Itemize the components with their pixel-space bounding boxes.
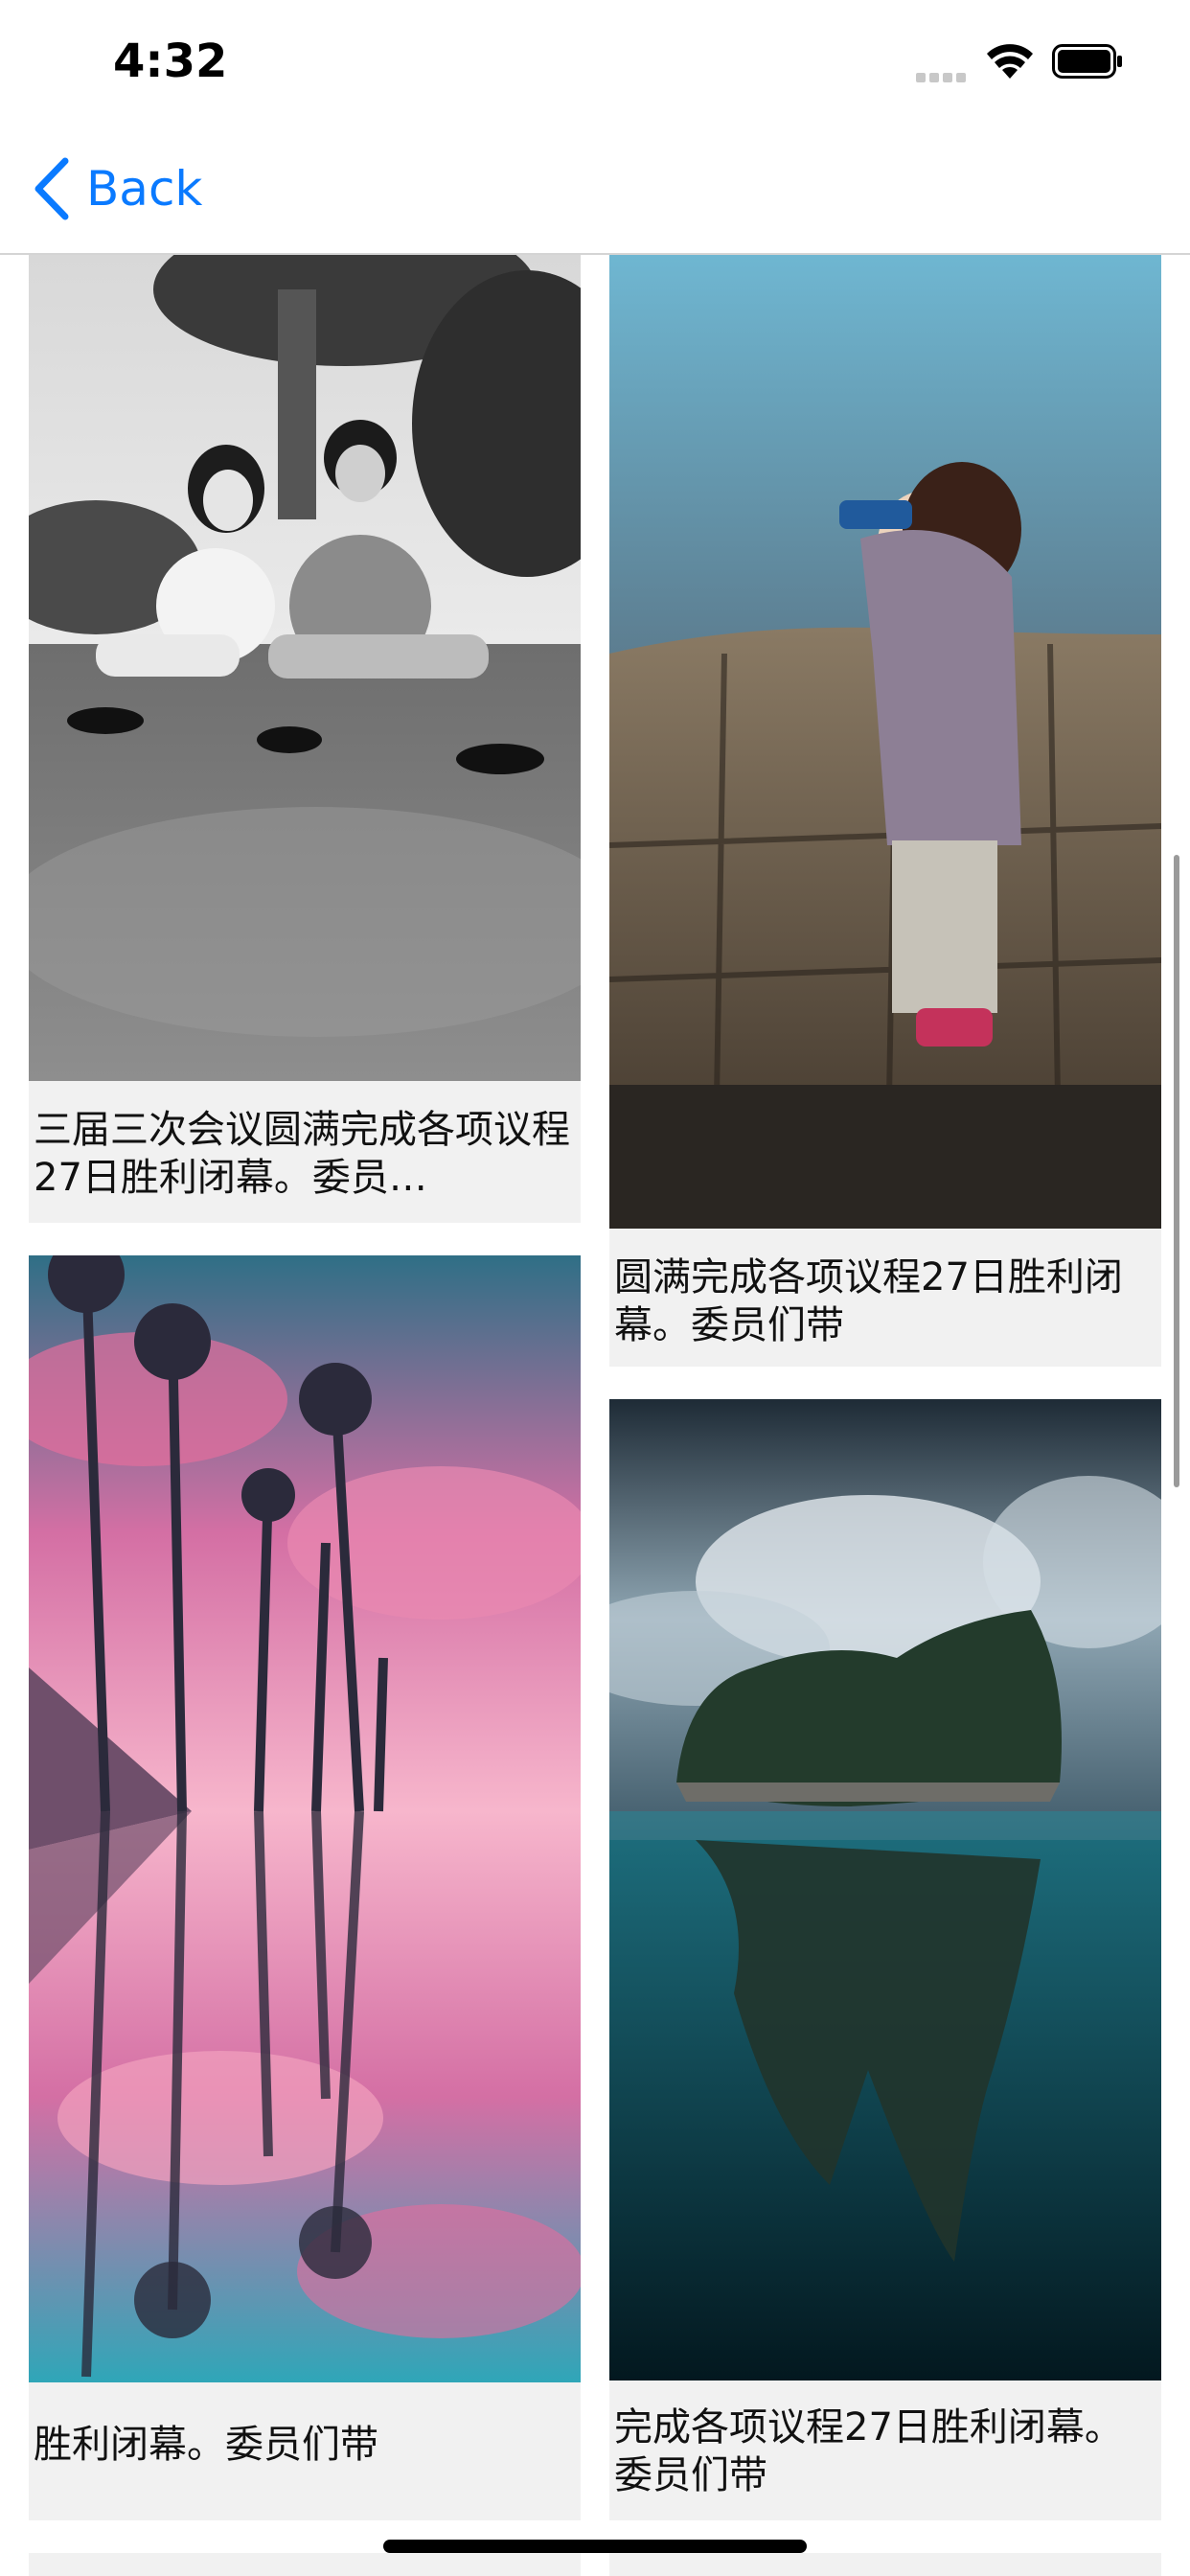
wifi-icon [987, 44, 1033, 79]
photo-caption: 完成各项议程27日胜利闭幕。委员们带 [614, 2405, 1123, 2497]
photo-card[interactable]: 胜利闭幕。委员们带 [29, 1255, 581, 2520]
battery-icon [1052, 44, 1122, 79]
back-label: Back [86, 161, 203, 217]
status-time: 4:32 [113, 34, 228, 88]
chevron-left-icon [34, 157, 69, 220]
cellular-signal-icon [916, 69, 970, 82]
photo-card[interactable] [29, 2553, 581, 2576]
photo-grid[interactable]: 三届三次会议圆满完成各项议程27日胜利闭幕。委员… 圆满完成各项议程27日胜利闭… [0, 255, 1190, 2576]
status-bar: 4:32 [0, 0, 1190, 126]
photo-caption: 三届三次会议圆满完成各项议程27日胜利闭幕。委员… [34, 1108, 570, 1200]
photo-caption: 圆满完成各项议程27日胜利闭幕。委员们带 [614, 1255, 1123, 1347]
photo-couple-bw [29, 255, 581, 1081]
photo-card[interactable] [609, 2553, 1161, 2576]
photo-card[interactable]: 完成各项议程27日胜利闭幕。委员们带 [609, 1399, 1161, 2520]
photo-child-binoculars [609, 255, 1161, 1229]
back-button[interactable]: Back [33, 155, 202, 222]
scroll-indicator[interactable] [1174, 855, 1179, 1487]
home-indicator[interactable] [383, 2540, 807, 2553]
navigation-bar: Back [0, 126, 1190, 255]
photo-palm-reflection [29, 1255, 581, 2382]
photo-card[interactable]: 圆满完成各项议程27日胜利闭幕。委员们带 [609, 255, 1161, 1367]
photo-floating-island [609, 1399, 1161, 2380]
photo-card[interactable]: 三届三次会议圆满完成各项议程27日胜利闭幕。委员… [29, 255, 581, 1223]
photo-caption: 胜利闭幕。委员们带 [34, 2423, 378, 2467]
